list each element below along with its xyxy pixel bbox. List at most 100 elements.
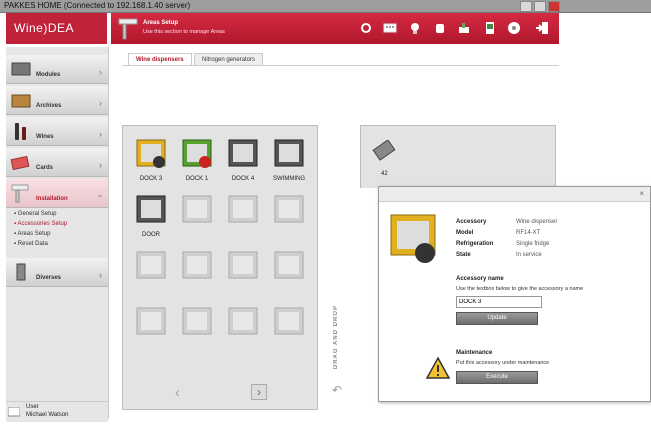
empty-slot-icon[interactable] xyxy=(273,306,305,336)
sidebar-item-archives[interactable]: Archives › xyxy=(6,86,108,115)
prop-value: In service xyxy=(516,252,542,258)
installation-header-icon xyxy=(118,18,138,40)
chevron-right-icon: › xyxy=(99,270,102,280)
wine-dispenser-icon xyxy=(136,139,166,168)
rotate-icon: ↶ xyxy=(332,383,343,397)
maintenance-section-title: Maintenance xyxy=(456,350,493,356)
maintenance-hint: Put this accessory under maintenance xyxy=(456,360,550,366)
empty-slot-icon[interactable] xyxy=(273,250,305,280)
section-header: Areas Setup Use this section to manage A… xyxy=(111,13,559,44)
settings-icon[interactable] xyxy=(507,21,521,35)
dock-slot[interactable]: DOOR xyxy=(135,194,167,238)
sidebar-item-label: Installation xyxy=(36,196,68,202)
logout-icon[interactable] xyxy=(535,21,549,35)
window-titlebar: PAKKES HOME (Connected to 192.168.1.40 s… xyxy=(0,0,651,13)
update-button[interactable]: Update xyxy=(456,312,538,325)
resize-icon[interactable] xyxy=(534,1,546,12)
sidebar-item-wines[interactable]: Wines › xyxy=(6,117,108,146)
accessory-details-dialog: × Accessory Wine dispenser Model RF14-XT… xyxy=(378,186,651,402)
accessory-label: 42 xyxy=(381,171,388,177)
empty-slot-icon[interactable] xyxy=(273,194,305,224)
dock-slot[interactable]: SWIMMING xyxy=(273,138,305,182)
logo-text: Wine)DEA xyxy=(14,21,75,35)
subitem-areas-setup[interactable]: ▪ Areas Setup xyxy=(14,231,51,237)
empty-slot-icon[interactable] xyxy=(181,194,213,224)
close-window-icon[interactable] xyxy=(548,1,560,12)
empty-slot-icon[interactable] xyxy=(181,250,213,280)
execute-button[interactable]: Execute xyxy=(456,371,538,384)
wine-dispenser-icon xyxy=(182,139,212,168)
cards-icon xyxy=(10,155,30,171)
sidebar-item-label: Cards xyxy=(36,165,54,171)
user-box: User Michael Watson xyxy=(6,401,108,422)
prop-value: RF14-XT xyxy=(516,230,541,236)
sidebar-item-label: Diverses xyxy=(36,275,62,281)
app-logo: Wine)DEA xyxy=(6,13,107,44)
prop-value: Wine dispenser xyxy=(516,219,558,225)
user-name: Michael Watson xyxy=(26,412,69,418)
chevron-right-icon: › xyxy=(99,129,102,139)
empty-slot-icon[interactable] xyxy=(227,306,259,336)
page-next-icon[interactable]: › xyxy=(251,384,267,400)
dock-label: DOCK 1 xyxy=(185,176,209,182)
wines-icon xyxy=(15,123,26,140)
empty-slot-icon[interactable] xyxy=(181,306,213,336)
subitem-reset-data[interactable]: ▪ Reset Data xyxy=(14,241,48,247)
keyboard-icon[interactable] xyxy=(383,21,397,35)
subitem-label: Areas Setup xyxy=(17,231,51,237)
dock-label: SWIMMING xyxy=(273,176,305,182)
accessory-name-input[interactable] xyxy=(456,296,542,308)
sidebar: Modules › Archives › Wines › Cards › Ins… xyxy=(6,47,109,419)
page-subtitle: Use this section to manage Areas xyxy=(143,29,225,35)
subitem-label: General Setup xyxy=(17,211,57,217)
prop-key: Accessory xyxy=(456,219,487,225)
empty-slot-icon[interactable] xyxy=(135,250,167,280)
sidebar-item-label: Wines xyxy=(36,134,54,140)
record-icon[interactable] xyxy=(359,21,373,35)
phone-icon[interactable] xyxy=(483,21,497,35)
dock-slot[interactable]: DOCK 1 xyxy=(181,138,213,182)
wine-dispenser-icon xyxy=(274,139,304,167)
prop-value: Single fridge xyxy=(516,241,550,247)
warning-icon xyxy=(425,356,451,379)
hand-icon[interactable] xyxy=(433,21,447,35)
empty-slot-icon[interactable] xyxy=(135,306,167,336)
diverses-icon xyxy=(16,263,26,281)
drag-and-drop-strip: DRAG AND DROP ↶ xyxy=(328,125,350,408)
tools-icon[interactable] xyxy=(457,21,471,35)
dock-slot[interactable]: DOCK 3 xyxy=(135,138,167,182)
chevron-right-icon: › xyxy=(99,98,102,108)
bulb-icon[interactable] xyxy=(408,21,422,35)
dock-grid-panel: DOCK 3 DOCK 1 DOCK 4 SWIMMING DOOR ‹ › xyxy=(122,125,318,410)
sidebar-item-label: Modules xyxy=(36,72,61,78)
sidebar-item-installation[interactable]: Installation › xyxy=(6,179,108,208)
sidebar-item-cards[interactable]: Cards › xyxy=(6,148,108,177)
page-title: Areas Setup xyxy=(143,20,179,26)
prop-key: Model xyxy=(456,230,474,236)
modules-icon xyxy=(11,62,31,76)
empty-slot-icon[interactable] xyxy=(227,194,259,224)
subitem-label: Accessories Setup xyxy=(17,221,68,227)
page-prev-icon[interactable]: ‹ xyxy=(175,384,180,400)
nitrogen-generator-icon[interactable] xyxy=(371,140,397,162)
subitem-accessories-setup[interactable]: ▪ Accessories Setup xyxy=(14,221,67,227)
archives-icon xyxy=(11,94,31,108)
subitem-general-setup[interactable]: ▪ General Setup xyxy=(14,211,57,217)
close-icon[interactable]: × xyxy=(639,189,644,198)
user-card-icon xyxy=(8,407,20,417)
user-label: User xyxy=(26,404,39,410)
dock-slot[interactable]: DOCK 4 xyxy=(227,138,259,182)
subitem-label: Reset Data xyxy=(17,241,48,247)
accessory-panel: 42 xyxy=(360,125,556,188)
empty-slot-icon[interactable] xyxy=(227,250,259,280)
name-section-title: Accessory name xyxy=(456,276,504,282)
dock-label: DOOR xyxy=(142,232,160,238)
tab-divider xyxy=(122,65,559,66)
wine-dispenser-icon xyxy=(136,195,166,223)
wine-dispenser-icon xyxy=(228,139,258,167)
sidebar-item-modules[interactable]: Modules › xyxy=(6,55,108,84)
sidebar-item-diverses[interactable]: Diverses › xyxy=(6,258,108,287)
name-hint: Use the textbox below to give the access… xyxy=(456,286,584,292)
home-icon[interactable] xyxy=(520,1,532,12)
prop-key: State xyxy=(456,252,471,258)
